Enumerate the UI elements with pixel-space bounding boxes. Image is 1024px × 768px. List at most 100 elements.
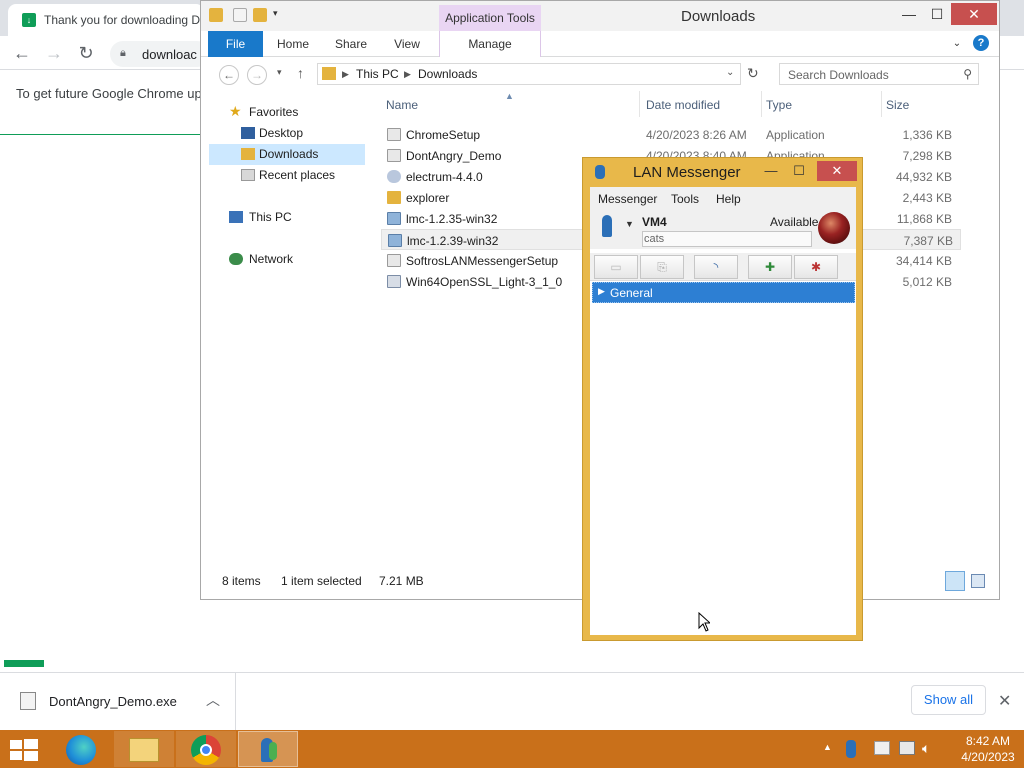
close-icon[interactable]: ✕ bbox=[951, 3, 997, 25]
show-hidden-icons-icon[interactable]: ▲ bbox=[823, 742, 832, 752]
nav-downloads-label: Downloads bbox=[259, 147, 319, 161]
lan-messenger-window: LAN Messenger — ☐ ✕ Messenger Tools Help… bbox=[582, 157, 863, 641]
breadcrumb-this-pc[interactable]: This PC bbox=[356, 67, 399, 81]
large-icons-view-icon[interactable] bbox=[971, 574, 985, 588]
up-arrow-icon[interactable]: ↑ bbox=[297, 65, 304, 81]
application-icon bbox=[387, 128, 401, 141]
column-header-date[interactable]: Date modified bbox=[646, 98, 720, 112]
status-dropdown-icon[interactable]: ▼ bbox=[625, 219, 634, 229]
navigation-pane: ★ Favorites Desktop Downloads Recent pla… bbox=[209, 97, 369, 567]
lan-messenger-title-bar: LAN Messenger — ☐ ✕ bbox=[583, 158, 862, 187]
back-arrow-icon[interactable]: ← bbox=[12, 43, 32, 63]
search-input[interactable]: Search Downloads ⚲ bbox=[779, 63, 979, 85]
column-header-name[interactable]: Name bbox=[386, 98, 418, 112]
forward-arrow-icon[interactable]: → bbox=[247, 65, 267, 85]
reload-icon[interactable]: ↻ bbox=[76, 43, 96, 63]
expand-arrow-icon[interactable]: ▶ bbox=[598, 286, 605, 297]
chat-icon[interactable]: ▭ bbox=[594, 255, 638, 279]
avatar[interactable] bbox=[818, 212, 850, 244]
show-all-button[interactable]: Show all bbox=[911, 685, 986, 715]
chevron-down-icon[interactable]: ⌄ bbox=[726, 67, 734, 78]
tab-share[interactable]: Share bbox=[331, 31, 371, 57]
settings-icon[interactable]: ✱ bbox=[794, 255, 838, 279]
download-item-name: DontAngry_Demo.exe bbox=[49, 694, 177, 709]
download-item[interactable]: DontAngry_Demo.exe ︿ bbox=[0, 673, 236, 730]
maximize-icon[interactable]: ☐ bbox=[785, 161, 813, 181]
menu-tools[interactable]: Tools bbox=[671, 192, 699, 206]
address-bar[interactable]: ▶ This PC ▶ Downloads ⌄ bbox=[317, 63, 741, 85]
infobar-text: To get future Google Chrome up bbox=[16, 86, 202, 101]
chrome-icon[interactable] bbox=[176, 731, 236, 767]
column-header-size[interactable]: Size bbox=[886, 98, 909, 112]
clock-time[interactable]: 8:42 AM bbox=[958, 734, 1018, 748]
new-folder-icon[interactable] bbox=[253, 8, 267, 22]
lan-messenger-taskbar-icon[interactable] bbox=[238, 731, 298, 767]
forward-arrow-icon[interactable]: → bbox=[44, 43, 64, 63]
edge-icon[interactable] bbox=[52, 731, 112, 767]
tab-view[interactable]: View bbox=[389, 31, 425, 57]
volume-muted-icon[interactable]: 🔈︎ bbox=[922, 740, 930, 757]
menu-help[interactable]: Help bbox=[716, 192, 741, 206]
tab-manage[interactable]: Manage bbox=[439, 31, 541, 57]
column-separator[interactable] bbox=[639, 91, 640, 117]
file-transfer-icon[interactable]: ⎘ bbox=[640, 255, 684, 279]
file-name: electrum-4.4.0 bbox=[406, 170, 483, 184]
user-name: VM4 bbox=[642, 215, 667, 229]
file-row[interactable]: ChromeSetup 4/20/2023 8:26 AM Applicatio… bbox=[381, 124, 961, 145]
lan-messenger-title: LAN Messenger bbox=[633, 164, 741, 181]
contact-group-general[interactable]: ▶ General bbox=[592, 282, 855, 303]
executable-file-icon bbox=[20, 692, 36, 710]
column-header-type[interactable]: Type bbox=[766, 98, 792, 112]
selection-size: 7.21 MB bbox=[379, 574, 424, 588]
explorer-title-bar: ▾ Application Tools Downloads — ☐ ✕ bbox=[201, 1, 999, 31]
details-view-icon[interactable] bbox=[945, 571, 965, 591]
column-separator[interactable] bbox=[761, 91, 762, 117]
network-icon[interactable] bbox=[899, 741, 915, 755]
help-icon[interactable]: ? bbox=[973, 35, 989, 51]
close-icon[interactable]: ✕ bbox=[998, 691, 1011, 711]
back-arrow-icon[interactable]: ← bbox=[219, 65, 239, 85]
broadcast-icon[interactable]: ◝ bbox=[694, 255, 738, 279]
explorer-title: Downloads bbox=[681, 8, 756, 25]
breadcrumb-downloads[interactable]: Downloads bbox=[418, 67, 477, 81]
maximize-icon[interactable]: ☐ bbox=[921, 3, 953, 25]
file-date: 4/20/2023 8:26 AM bbox=[646, 128, 747, 142]
clock-date[interactable]: 4/20/2023 bbox=[958, 750, 1018, 764]
system-tray: ▲ 🔈︎ 8:42 AM 4/20/2023 bbox=[820, 730, 1024, 768]
properties-icon[interactable] bbox=[233, 8, 247, 22]
recent-locations-icon[interactable]: ▾ bbox=[277, 67, 282, 78]
recent-places-icon bbox=[241, 169, 255, 181]
address-bar[interactable]: 🔒︎ downloac bbox=[110, 41, 210, 67]
column-separator[interactable] bbox=[881, 91, 882, 117]
chrome-tab[interactable]: ↓ Thank you for downloading D bbox=[8, 4, 204, 36]
file-name: lmc-1.2.39-win32 bbox=[407, 234, 499, 248]
expand-ribbon-icon[interactable]: ⌄ bbox=[949, 31, 965, 57]
status-note-input[interactable]: cats bbox=[642, 231, 812, 247]
mouse-cursor bbox=[698, 612, 710, 632]
file-explorer-icon[interactable] bbox=[114, 731, 174, 767]
action-center-icon[interactable] bbox=[874, 741, 890, 755]
folder-icon[interactable] bbox=[209, 8, 223, 22]
taskbar: ▲ 🔈︎ 8:42 AM 4/20/2023 bbox=[0, 730, 1024, 768]
tab-file[interactable]: File bbox=[208, 31, 263, 57]
refresh-icon[interactable]: ↻ bbox=[747, 65, 759, 82]
search-placeholder: Search Downloads bbox=[788, 68, 889, 82]
chrome-tab-title: Thank you for downloading D bbox=[44, 13, 201, 27]
file-size: 7,298 KB bbox=[902, 149, 952, 163]
menu-bar: Messenger Tools Help bbox=[590, 187, 856, 211]
customize-dropdown-icon[interactable]: ▾ bbox=[273, 8, 287, 22]
sort-ascending-icon: ▲ bbox=[505, 91, 514, 101]
file-type: Application bbox=[766, 128, 825, 142]
network-icon bbox=[229, 253, 243, 265]
chevron-up-icon[interactable]: ︿ bbox=[206, 690, 220, 710]
selection-count: 1 item selected bbox=[281, 574, 362, 588]
windows-start-icon[interactable] bbox=[10, 739, 38, 761]
lan-messenger-tray-icon[interactable] bbox=[846, 740, 856, 758]
minimize-icon[interactable]: — bbox=[757, 161, 785, 181]
tab-home[interactable]: Home bbox=[273, 31, 313, 57]
add-contact-icon[interactable]: ✚ bbox=[748, 255, 792, 279]
menu-messenger[interactable]: Messenger bbox=[598, 192, 657, 206]
status-person-icon[interactable] bbox=[602, 215, 612, 237]
file-name: ChromeSetup bbox=[406, 128, 481, 142]
close-icon[interactable]: ✕ bbox=[817, 161, 857, 181]
